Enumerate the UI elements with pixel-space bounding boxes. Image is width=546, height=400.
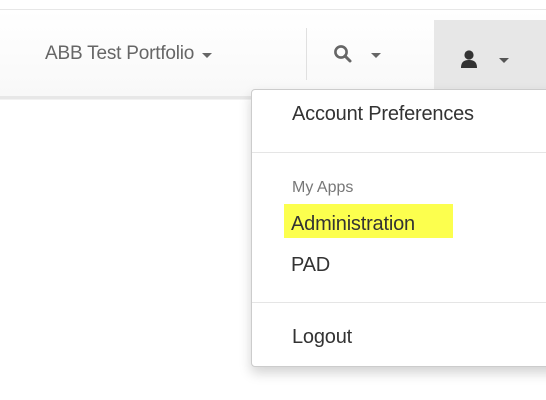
menu-divider (252, 302, 546, 303)
account-preferences-item[interactable]: Account Preferences (292, 103, 474, 126)
user-dropdown-toggle[interactable] (434, 20, 546, 97)
search-dropdown-toggle[interactable] (310, 10, 410, 97)
pad-item[interactable]: PAD (291, 254, 330, 277)
search-icon (333, 44, 353, 64)
portfolio-label: ABB Test Portfolio (45, 42, 195, 64)
caret-down-icon (371, 52, 381, 58)
caret-down-icon (202, 52, 213, 58)
menu-divider (252, 152, 546, 153)
my-apps-header: My Apps (292, 179, 354, 196)
user-icon (459, 49, 479, 69)
navbar-divider (306, 28, 307, 80)
portfolio-dropdown-toggle[interactable]: ABB Test Portfolio (45, 10, 288, 97)
app-page: ABB Test Portfolio Account Preferences M… (0, 0, 546, 400)
caret-down-icon (499, 57, 509, 63)
administration-item[interactable]: Administration (291, 213, 415, 236)
logout-item[interactable]: Logout (292, 326, 352, 349)
